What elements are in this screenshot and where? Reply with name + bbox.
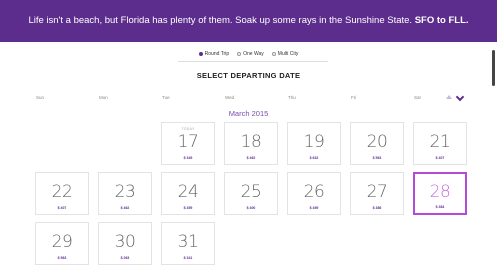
chevron-up-icon[interactable] — [446, 95, 452, 99]
date-number: 23 — [114, 182, 136, 202]
banner-route[interactable]: SFO to FLL. — [415, 15, 469, 26]
date-cell-27[interactable]: 27 $ 386 — [350, 172, 404, 215]
date-number: 24 — [177, 182, 199, 202]
date-number: 22 — [51, 182, 73, 202]
round-trip-label: Round Trip — [204, 51, 230, 57]
radio-one-way[interactable] — [237, 52, 242, 56]
one-way-label: One Way — [243, 51, 264, 57]
promo-banner: Life isn't a beach, but Florida has plen… — [0, 0, 497, 42]
trip-type-selector: Round Trip One Way Multi City — [0, 48, 497, 60]
day-of-week-thu: Thu — [288, 95, 296, 100]
date-number: 21 — [429, 132, 451, 152]
multi-city-label: Multi City — [277, 51, 299, 57]
date-number: 26 — [303, 182, 325, 202]
date-price: $ 263 — [120, 256, 130, 260]
radio-round-trip[interactable] — [198, 52, 203, 56]
date-price: $ 386 — [372, 206, 382, 210]
date-cell-18[interactable]: 18 $ 462 — [224, 122, 278, 165]
date-price: $ 462 — [120, 206, 130, 210]
date-price: $ 400 — [246, 206, 256, 210]
date-number: 28 — [429, 182, 451, 202]
multi-city-option[interactable]: Multi City — [271, 51, 299, 57]
date-cell-21[interactable]: 21 $ 407 — [413, 122, 467, 165]
date-number: 17 — [177, 132, 199, 152]
date-cell-25[interactable]: 25 $ 400 — [224, 172, 278, 215]
date-cell-31[interactable]: 31 $ 341 — [161, 222, 215, 265]
date-number: 29 — [51, 232, 73, 252]
date-price: $ 349 — [183, 156, 193, 160]
date-number: 31 — [177, 232, 199, 252]
date-cell-17[interactable]: TODAY 17 $ 349 — [161, 122, 215, 165]
date-price: $ 462 — [246, 156, 256, 160]
one-way-option[interactable]: One Way — [237, 51, 264, 57]
day-of-week-mon: Mon — [99, 95, 108, 100]
date-number: 20 — [366, 132, 388, 152]
date-price: $ 459 — [309, 206, 319, 210]
banner-text: Life isn't a beach, but Florida has plen… — [28, 15, 413, 26]
date-cell-29[interactable]: 29 $ 563 — [35, 222, 89, 265]
round-trip-option[interactable]: Round Trip — [198, 51, 230, 57]
date-price: $ 407 — [57, 206, 67, 210]
date-cell-24[interactable]: 24 $ 459 — [161, 172, 215, 215]
date-price: $ 407 — [435, 156, 445, 160]
day-of-week-wed: Wed — [225, 95, 235, 100]
date-cell-19[interactable]: 19 $ 632 — [287, 122, 341, 165]
month-navigation — [446, 92, 474, 102]
date-number: 18 — [240, 132, 262, 152]
date-cell-20[interactable]: 20 $ 563 — [350, 122, 404, 165]
date-cell-22[interactable]: 22 $ 407 — [35, 172, 89, 215]
day-of-week-fri: Fri — [351, 95, 357, 100]
date-cell-28-selected[interactable]: 28 $ 384 — [413, 172, 467, 215]
date-number: 25 — [240, 182, 262, 202]
today-label: TODAY — [181, 127, 195, 131]
page-heading: SELECT DEPARTING DATE — [196, 71, 301, 80]
date-price: $ 632 — [309, 156, 319, 160]
date-cell-23[interactable]: 23 $ 462 — [98, 172, 152, 215]
date-price: $ 563 — [372, 156, 382, 160]
date-cell-26[interactable]: 26 $ 459 — [287, 172, 341, 215]
day-of-week-sun: Sun — [36, 95, 45, 100]
date-price: $ 341 — [183, 256, 193, 260]
date-number: 30 — [114, 232, 136, 252]
date-number: 27 — [366, 182, 388, 202]
date-number: 19 — [303, 132, 325, 152]
radio-multi-city[interactable] — [271, 52, 276, 56]
divider — [178, 61, 328, 62]
month-label: March 2015 — [228, 109, 269, 118]
date-cell-30[interactable]: 30 $ 263 — [98, 222, 152, 265]
date-price: $ 563 — [57, 256, 67, 260]
date-price: $ 384 — [435, 205, 445, 209]
day-of-week-tue: Tue — [162, 95, 170, 100]
chevron-down-icon[interactable] — [456, 94, 463, 101]
date-price: $ 459 — [183, 206, 193, 210]
